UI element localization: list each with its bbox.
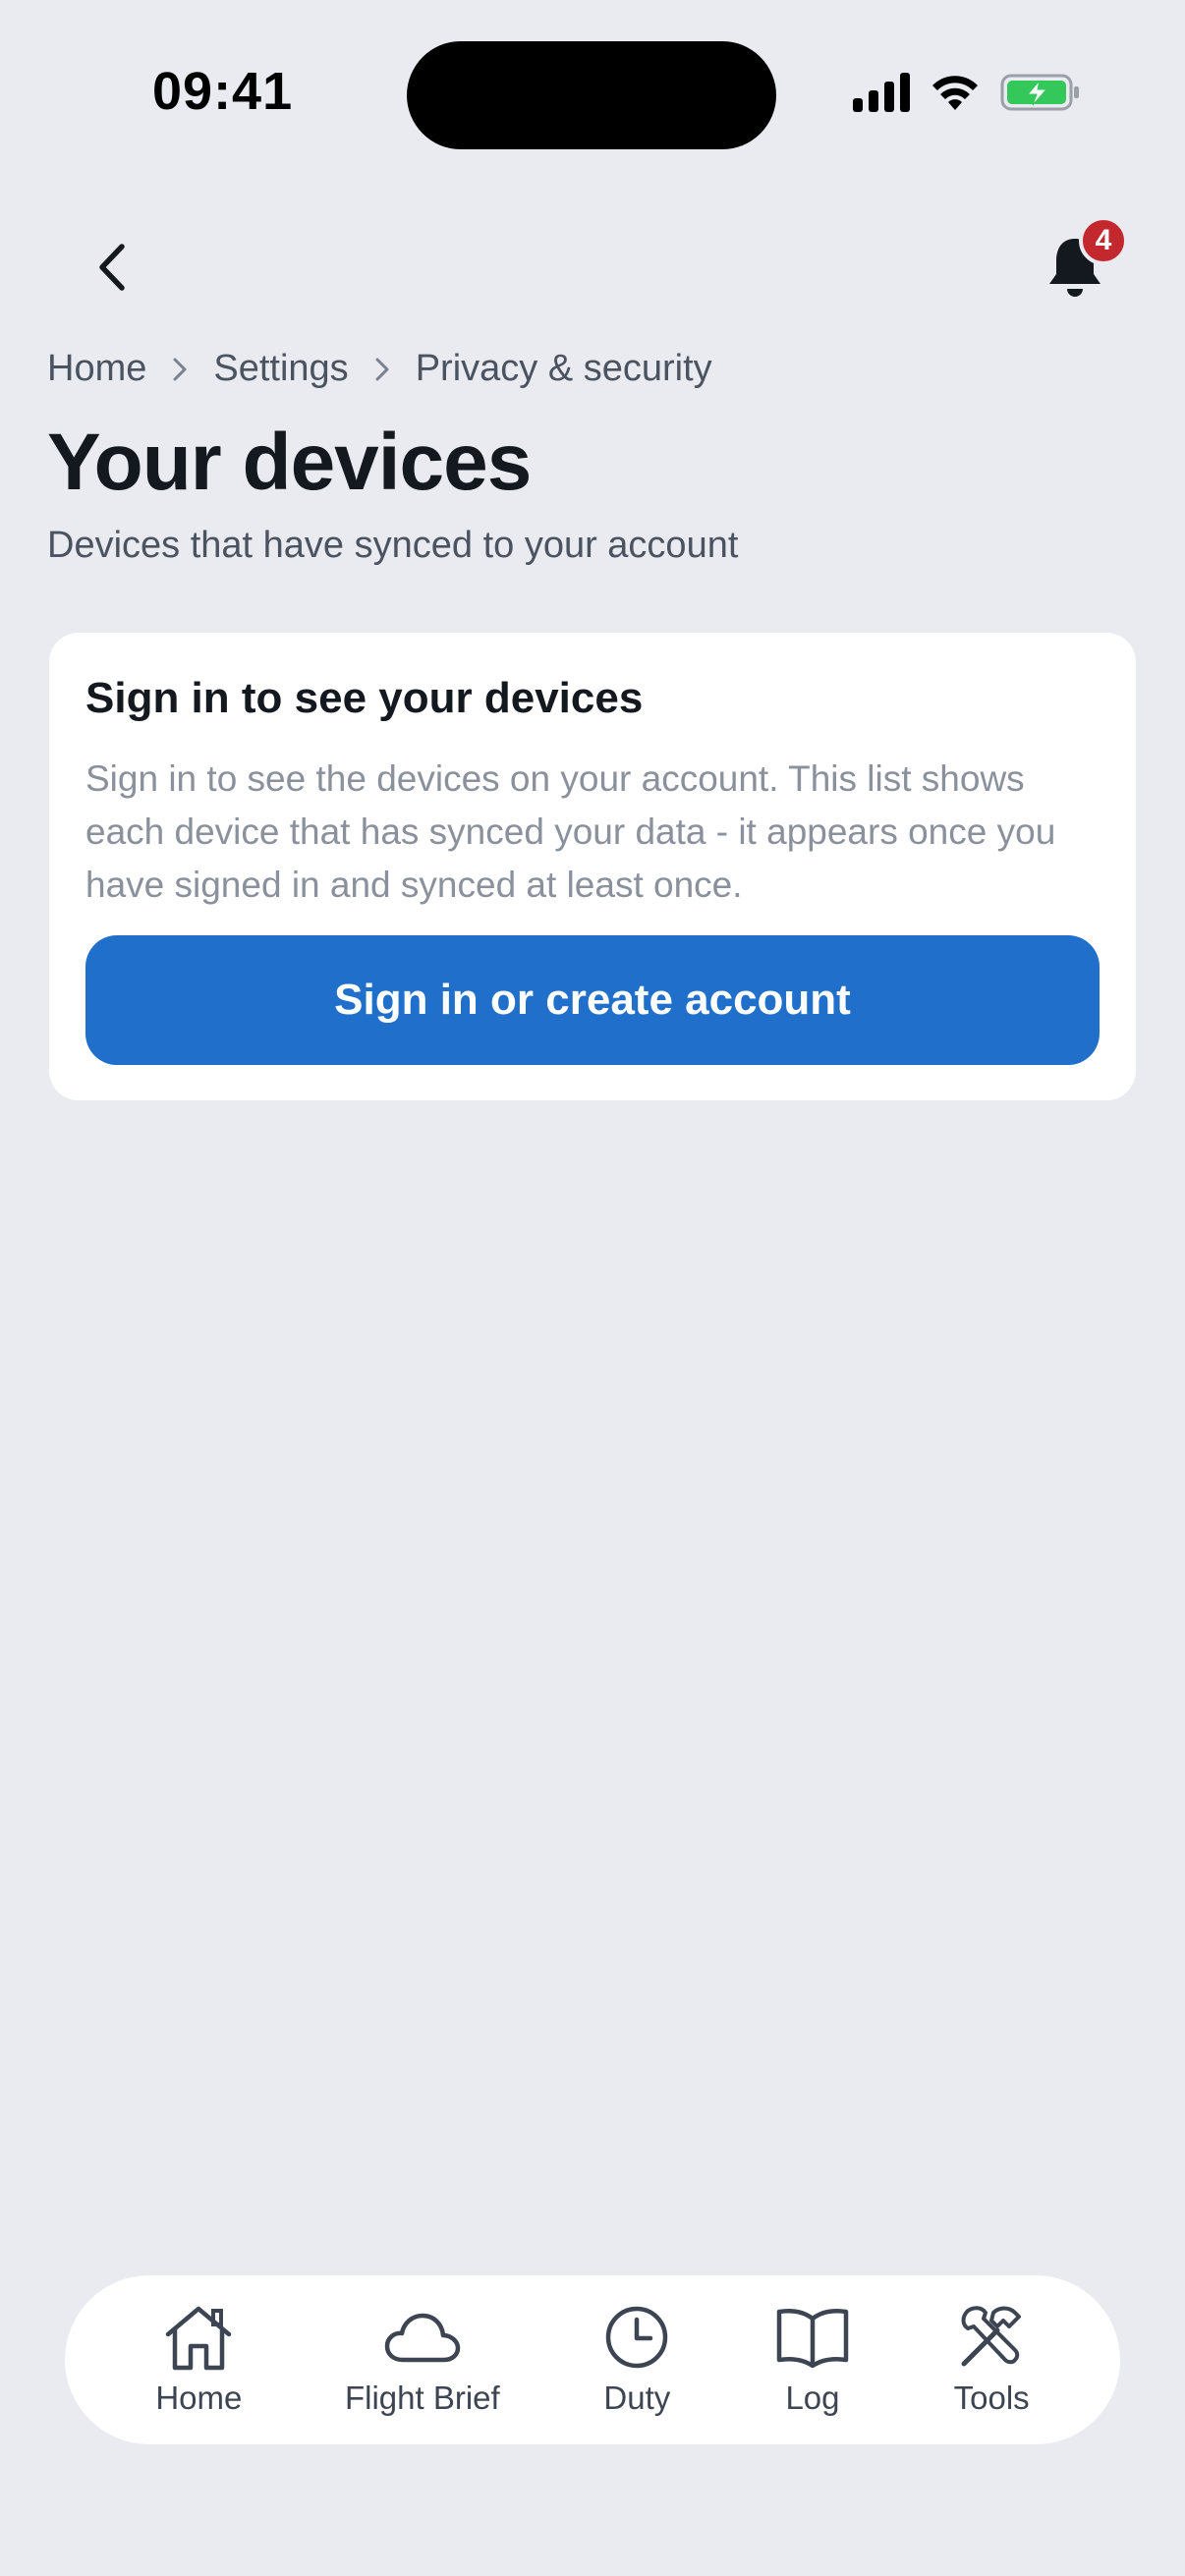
page-subtitle: Devices that have synced to your account [47, 525, 739, 566]
chevron-right-icon [172, 357, 188, 382]
tools-icon [961, 2306, 1022, 2367]
nav-label-tools: Tools [953, 2380, 1030, 2416]
nav-label-home: Home [155, 2380, 243, 2416]
cellular-signal-icon [853, 73, 910, 112]
battery-charging-icon [1000, 74, 1079, 111]
chevron-left-icon [99, 244, 125, 291]
book-icon [776, 2309, 849, 2369]
nav-item-home[interactable]: Home [155, 2303, 242, 2417]
nav-item-log[interactable]: Log [774, 2303, 851, 2417]
page-title: Your devices [47, 418, 532, 507]
notification-badge: 4 [1079, 216, 1128, 265]
nav-label-duty: Duty [603, 2380, 671, 2416]
card-title: Sign in to see your devices [85, 674, 644, 722]
back-button[interactable] [77, 232, 147, 303]
wifi-icon [932, 76, 978, 110]
breadcrumb-settings[interactable]: Settings [213, 348, 348, 390]
dynamic-island [407, 41, 776, 149]
home-icon [166, 2306, 232, 2371]
sign-in-button[interactable]: Sign in or create account [85, 935, 1100, 1065]
chevron-right-icon [374, 357, 390, 382]
status-icons [853, 73, 1081, 112]
nav-item-flight-brief[interactable]: Flight Brief [345, 2303, 500, 2417]
nav-label-log: Log [785, 2380, 840, 2416]
cloud-icon [384, 2313, 461, 2363]
clock-icon [606, 2306, 668, 2369]
nav-item-duty[interactable]: Duty [602, 2303, 671, 2417]
nav-label-flight-brief: Flight Brief [344, 2380, 500, 2416]
sign-in-card: Sign in to see your devices Sign in to s… [49, 633, 1136, 1100]
status-time: 09:41 [152, 62, 294, 121]
bottom-nav: Home Flight Brief Duty Log Tools [65, 2275, 1120, 2444]
nav-item-tools[interactable]: Tools [954, 2303, 1030, 2417]
breadcrumb-home[interactable]: Home [47, 348, 146, 390]
breadcrumb: Home Settings Privacy & security [47, 348, 712, 390]
card-description: Sign in to see the devices on your accou… [85, 758, 1056, 905]
breadcrumb-privacy-security[interactable]: Privacy & security [416, 348, 712, 390]
